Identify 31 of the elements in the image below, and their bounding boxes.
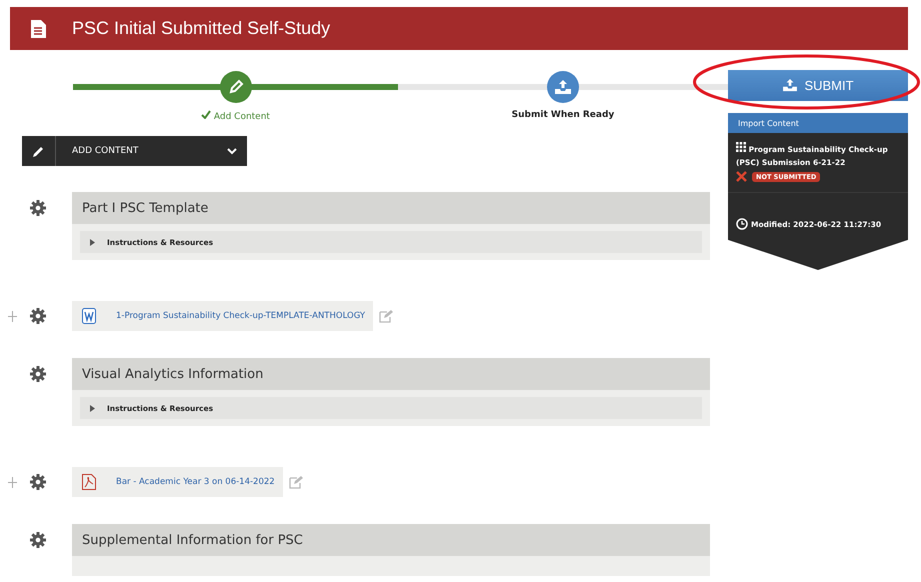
import-content-button[interactable]: Import Content [728, 113, 908, 133]
step-icon[interactable] [547, 71, 579, 103]
clock-icon [736, 218, 748, 230]
upload-icon [782, 79, 798, 92]
drag-handle-icon[interactable] [8, 477, 17, 488]
step-label: Submit When Ready [512, 110, 614, 120]
close-icon [736, 171, 747, 182]
word-document-icon [82, 308, 96, 324]
file-link[interactable]: 1-Program Sustainability Check-up-TEMPLATE-ANTHOLOGY [72, 301, 374, 331]
settings-icon[interactable] [30, 474, 46, 490]
grid-icon [736, 142, 746, 152]
caret-icon [90, 404, 95, 412]
settings-icon[interactable] [30, 532, 46, 548]
chevron-icon [227, 148, 237, 154]
section-title: Visual Analytics Information [82, 366, 264, 382]
step-label: Add Content [201, 110, 270, 122]
document-icon [30, 20, 46, 38]
page-title: PSC Initial Submitted Self-Study [72, 18, 330, 39]
check-icon [201, 110, 212, 119]
settings-icon[interactable] [30, 200, 46, 216]
pdf-icon [82, 474, 96, 490]
add-content-dropdown[interactable]: ADD CONTENT [22, 136, 247, 166]
pencil-icon [32, 144, 45, 158]
settings-icon[interactable] [30, 308, 46, 324]
caret-icon [90, 238, 95, 246]
settings-icon[interactable] [30, 366, 46, 382]
section-title: Supplemental Information for PSC [82, 532, 303, 548]
file-link[interactable]: Bar - Academic Year 3 on 06-14-2022 [72, 467, 283, 497]
section-title: Part I PSC Template [82, 200, 208, 216]
drag-handle-icon[interactable] [8, 311, 17, 322]
submit-button[interactable]: SUBMIT [728, 70, 908, 101]
